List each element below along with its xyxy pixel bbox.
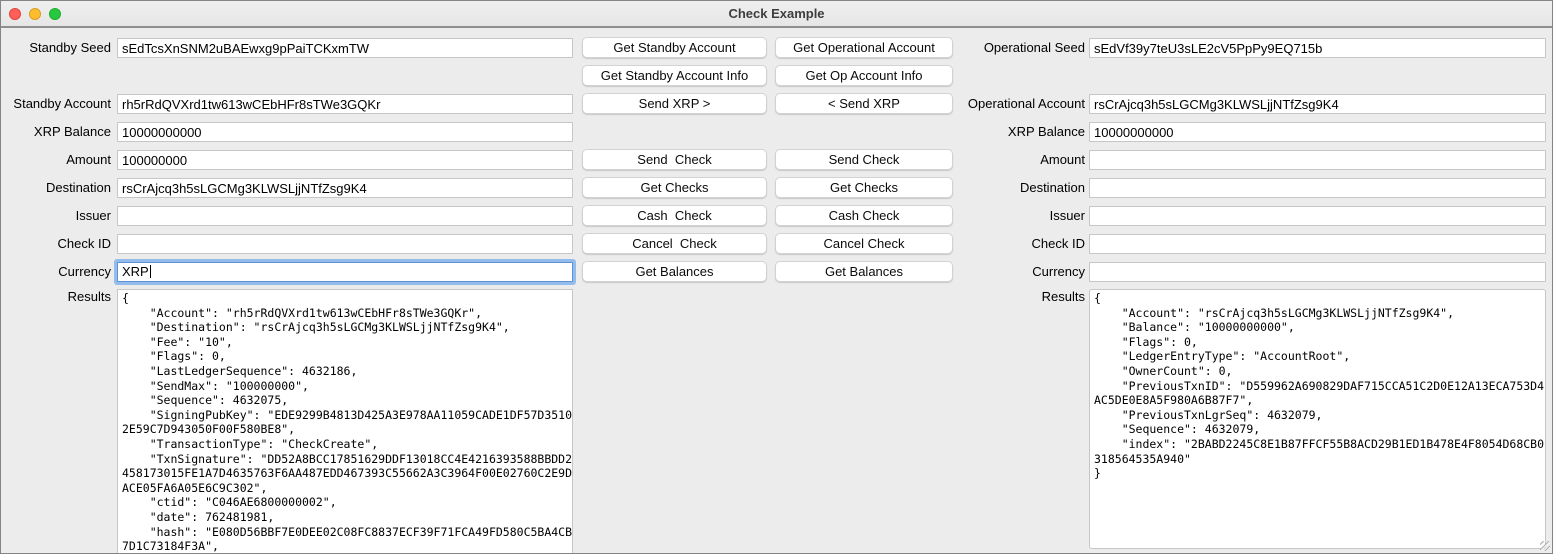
standby-seed-label: Standby Seed: [1, 38, 111, 58]
standby-get-balances-button[interactable]: Get Balances: [582, 261, 767, 282]
standby-seed-field[interactable]: [117, 38, 573, 58]
get-standby-account-button[interactable]: Get Standby Account: [582, 37, 767, 58]
standby-account-label: Standby Account: [1, 94, 111, 114]
operational-currency-label: Currency: [921, 262, 1085, 282]
operational-seed-field[interactable]: [1089, 38, 1546, 58]
operational-results-area[interactable]: { "Account": "rsCrAjcq3h5sLGCMg3KLWSLjjN…: [1089, 289, 1546, 549]
standby-cancel-check-button[interactable]: Cancel Check: [582, 233, 767, 254]
operational-destination-field[interactable]: [1089, 178, 1546, 198]
standby-issuer-field[interactable]: [117, 206, 573, 226]
text-caret: [150, 265, 151, 278]
resize-grip[interactable]: [1540, 541, 1550, 551]
standby-account-field[interactable]: [117, 94, 573, 114]
operational-amount-label: Amount: [921, 150, 1085, 170]
window-title: Check Example: [1, 1, 1552, 26]
operational-check-id-label: Check ID: [921, 234, 1085, 254]
operational-check-id-field[interactable]: [1089, 234, 1546, 254]
standby-results-area[interactable]: { "Account": "rh5rRdQVXrd1tw613wCEbHFr8s…: [117, 289, 573, 554]
standby-currency-field[interactable]: XRP: [117, 262, 573, 282]
standby-results-label: Results: [1, 287, 111, 307]
operational-account-field[interactable]: [1089, 94, 1546, 114]
operational-destination-label: Destination: [921, 178, 1085, 198]
operational-balance-label: XRP Balance: [921, 122, 1085, 142]
operational-account-label: Operational Account: [921, 94, 1085, 114]
operational-balance-field[interactable]: [1089, 122, 1546, 142]
standby-destination-field[interactable]: [117, 178, 573, 198]
standby-currency-value: XRP: [122, 264, 149, 279]
standby-currency-label: Currency: [1, 262, 111, 282]
standby-check-id-field[interactable]: [117, 234, 573, 254]
standby-amount-field[interactable]: [117, 150, 573, 170]
standby-amount-label: Amount: [1, 150, 111, 170]
standby-send-check-button[interactable]: Send Check: [582, 149, 767, 170]
operational-amount-field[interactable]: [1089, 150, 1546, 170]
operational-issuer-field[interactable]: [1089, 206, 1546, 226]
operational-seed-label: Operational Seed: [921, 38, 1085, 58]
get-standby-account-info-button[interactable]: Get Standby Account Info: [582, 65, 767, 86]
get-op-account-info-button[interactable]: Get Op Account Info: [775, 65, 953, 86]
standby-issuer-label: Issuer: [1, 206, 111, 226]
operational-currency-field[interactable]: [1089, 262, 1546, 282]
send-xrp-right-button[interactable]: Send XRP >: [582, 93, 767, 114]
standby-balance-field[interactable]: [117, 122, 573, 142]
app-window: Check Example Standby Seed Standby Accou…: [0, 0, 1553, 554]
standby-check-id-label: Check ID: [1, 234, 111, 254]
standby-cash-check-button[interactable]: Cash Check: [582, 205, 767, 226]
operational-results-text: { "Account": "rsCrAjcq3h5sLGCMg3KLWSLjjN…: [1090, 290, 1545, 481]
standby-destination-label: Destination: [1, 178, 111, 198]
operational-results-label: Results: [921, 287, 1085, 307]
operational-issuer-label: Issuer: [921, 206, 1085, 226]
title-bar: Check Example: [1, 1, 1552, 28]
standby-results-text: { "Account": "rh5rRdQVXrd1tw613wCEbHFr8s…: [118, 290, 572, 554]
standby-get-checks-button[interactable]: Get Checks: [582, 177, 767, 198]
standby-balance-label: XRP Balance: [1, 122, 111, 142]
